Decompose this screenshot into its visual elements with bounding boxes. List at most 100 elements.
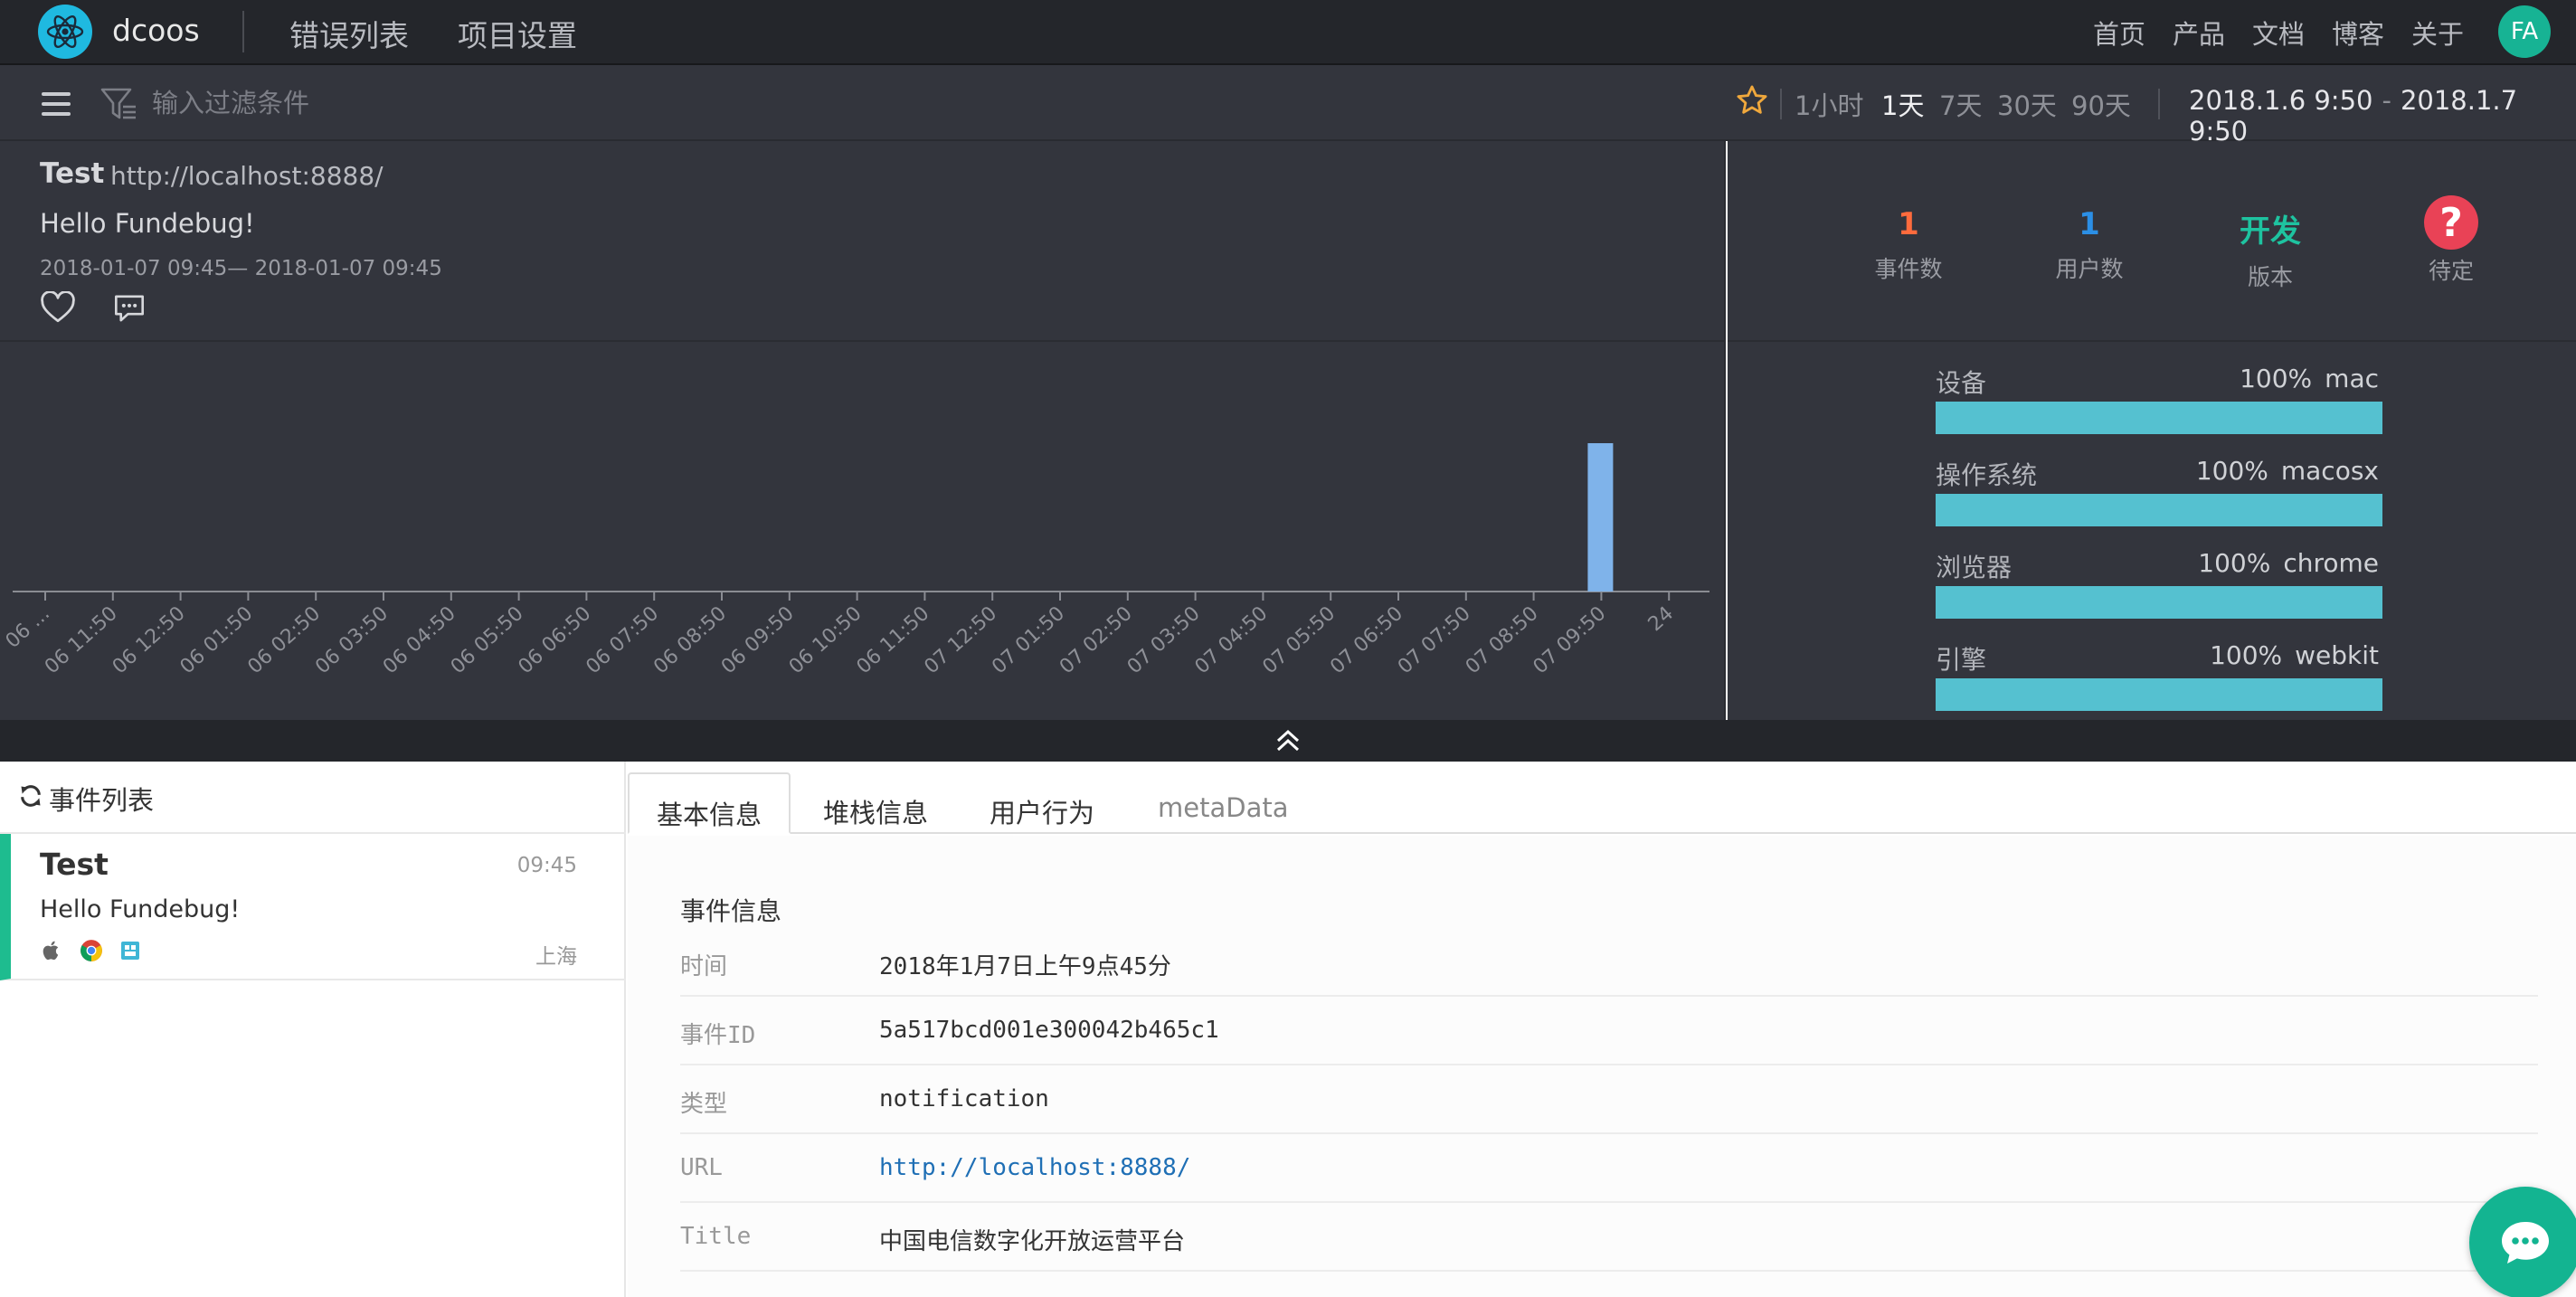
stat-user-count: 1 用户数 xyxy=(2026,206,2153,284)
info-row-title: Title 中国电信数字化开放运营平台 xyxy=(680,1203,2538,1272)
nav-products[interactable]: 产品 xyxy=(2173,14,2225,52)
x-tick-label: 06 12:50 xyxy=(109,602,190,678)
divider xyxy=(2158,89,2160,119)
double-chevron-up-icon[interactable] xyxy=(1274,728,1302,753)
top-navbar: dcoos 错误列表 项目设置 首页 产品 文档 博客 关于 FA xyxy=(0,0,2576,65)
x-tick-label: 06 ... xyxy=(2,602,54,653)
info-row-time: 时间 2018年1月7日上午9点45分 xyxy=(680,928,2538,997)
dist-value: 100% webkit xyxy=(2210,640,2379,670)
brand-name[interactable]: dcoos xyxy=(112,13,200,48)
dist-label: 引擎 xyxy=(1936,645,1987,675)
error-url: http://localhost:8888/ xyxy=(110,161,384,191)
event-list-header: 事件列表 xyxy=(0,762,626,834)
info-row-event-id: 事件ID 5a517bcd001e300042b465c1 xyxy=(680,997,2538,1065)
event-list-title: 事件列表 xyxy=(49,785,155,816)
filter-input[interactable] xyxy=(152,83,695,123)
dist-bar-fill xyxy=(1936,586,2382,619)
user-avatar[interactable]: FA xyxy=(2498,5,2551,58)
range-1-day[interactable]: 1天 xyxy=(1881,85,1924,123)
stat-value: 开发 xyxy=(2240,213,2301,250)
x-tick-label: 07 09:50 xyxy=(1530,602,1611,678)
nav-docs[interactable]: 文档 xyxy=(2252,14,2305,52)
info-url-link[interactable]: http://localhost:8888/ xyxy=(879,1154,1190,1181)
heart-icon[interactable] xyxy=(40,290,76,327)
date-range-picker[interactable]: 2018.1.6 9:50-2018.1.7 9:50 xyxy=(2189,85,2576,147)
info-key: Title xyxy=(680,1223,752,1250)
dist-percent: 100% xyxy=(2210,640,2283,670)
dist-bar-track xyxy=(1936,402,2382,434)
x-tick-label: 07 06:50 xyxy=(1326,602,1407,678)
nav-blog[interactable]: 博客 xyxy=(2332,14,2384,52)
question-icon[interactable]: ? xyxy=(2424,195,2478,250)
chart-bar[interactable] xyxy=(1587,443,1614,592)
filter-icon xyxy=(99,85,137,127)
x-tick-label: 07 08:50 xyxy=(1462,602,1543,678)
error-title: Test xyxy=(40,157,105,190)
star-icon[interactable] xyxy=(1735,83,1769,121)
tab-stack-info[interactable]: 堆栈信息 xyxy=(796,772,955,834)
range-7-days[interactable]: 7天 xyxy=(1939,85,1982,123)
stat-value: 1 xyxy=(2079,206,2100,242)
apple-icon xyxy=(43,941,59,961)
dist-bar-track xyxy=(1936,494,2382,526)
stat-label: 版本 xyxy=(2247,264,2293,290)
error-summary: Test http://localhost:8888/ Hello Fundeb… xyxy=(0,141,1726,342)
section-title: 事件信息 xyxy=(680,896,782,926)
dist-percent: 100% xyxy=(2198,548,2271,578)
nav-divider xyxy=(242,11,244,52)
divider xyxy=(1780,89,1782,119)
filter-bar: 1小时 1天 7天 30天 90天 2018.1.6 9:50-2018.1.7… xyxy=(0,65,2576,147)
info-value: 2018年1月7日上午9点45分 xyxy=(879,953,1171,980)
comment-icon[interactable] xyxy=(112,293,147,327)
detail-tabs: 基本信息 堆栈信息 用户行为 metaData xyxy=(628,762,2576,834)
dist-percent: 100% xyxy=(2240,364,2313,393)
dist-label: 浏览器 xyxy=(1936,553,2012,582)
range-30-days[interactable]: 30天 xyxy=(1997,85,2057,123)
tab-basic-info[interactable]: 基本信息 xyxy=(628,772,791,834)
x-tick-label: 06 01:50 xyxy=(176,602,258,678)
dist-value: 100% macosx xyxy=(2196,456,2379,486)
nav-error-list[interactable]: 错误列表 xyxy=(289,12,409,55)
x-tick-label: 07 02:50 xyxy=(1056,602,1137,678)
date-separator: - xyxy=(2382,85,2391,116)
stat-label: 待定 xyxy=(2428,258,2474,284)
distribution-panel: 设备 100% mac 操作系统 100% macosx 浏览器 100% chrom… xyxy=(1728,342,2576,720)
event-list-item[interactable]: Test 09:45 Hello Fundebug! 上海 xyxy=(0,834,626,980)
stat-label: 用户数 xyxy=(2055,256,2124,282)
x-tick-label: 06 11:50 xyxy=(41,602,122,678)
timeline-chart-svg: 06 ...06 11:5006 12:5006 01:5006 02:5006… xyxy=(2,443,1709,678)
info-key: 类型 xyxy=(680,1091,728,1118)
nav-home[interactable]: 首页 xyxy=(2093,14,2145,52)
x-tick-label: 07 12:50 xyxy=(920,602,1001,678)
dist-bar-fill xyxy=(1936,678,2382,711)
stat-status[interactable]: ? 待定 xyxy=(2388,195,2514,286)
chat-support-button[interactable] xyxy=(2469,1187,2576,1297)
info-key: URL xyxy=(680,1154,723,1181)
x-tick-label: 07 03:50 xyxy=(1123,602,1205,678)
nav-project-settings[interactable]: 项目设置 xyxy=(458,12,577,55)
x-tick-label: 06 02:50 xyxy=(243,602,325,678)
hamburger-menu-icon[interactable] xyxy=(42,92,71,116)
event-timeline-chart: 06 ... 06 11:50 06 12:50 06 01:50 06 02:50 06… xyxy=(0,342,1726,720)
dist-name: mac xyxy=(2325,364,2379,393)
tab-user-behavior[interactable]: 用户行为 xyxy=(962,772,1122,834)
range-90-days[interactable]: 90天 xyxy=(2071,85,2131,123)
x-tick-label: 06 09:50 xyxy=(717,602,799,678)
nav-about[interactable]: 关于 xyxy=(2411,14,2464,52)
x-tick-label: 07 04:50 xyxy=(1191,602,1273,678)
info-key: 时间 xyxy=(680,953,728,980)
range-1-hour[interactable]: 1小时 xyxy=(1795,85,1863,123)
tab-metadata[interactable]: metaData xyxy=(1131,772,1315,834)
chat-bubble-icon xyxy=(2502,1222,2549,1264)
collapse-bar[interactable] xyxy=(0,720,2576,762)
x-tick-label: 06 08:50 xyxy=(649,602,731,678)
x-tick-label: 06 06:50 xyxy=(515,602,596,678)
x-tick-label: 06 07:50 xyxy=(582,602,663,678)
chrome-icon xyxy=(80,940,102,961)
dist-bar-track xyxy=(1936,586,2382,619)
atom-logo-icon[interactable] xyxy=(38,5,92,59)
x-tick-label: 06 10:50 xyxy=(785,602,867,678)
dist-percent: 100% xyxy=(2195,456,2268,486)
x-tick-label: 06 11:50 xyxy=(853,602,934,678)
refresh-icon[interactable] xyxy=(18,783,43,812)
